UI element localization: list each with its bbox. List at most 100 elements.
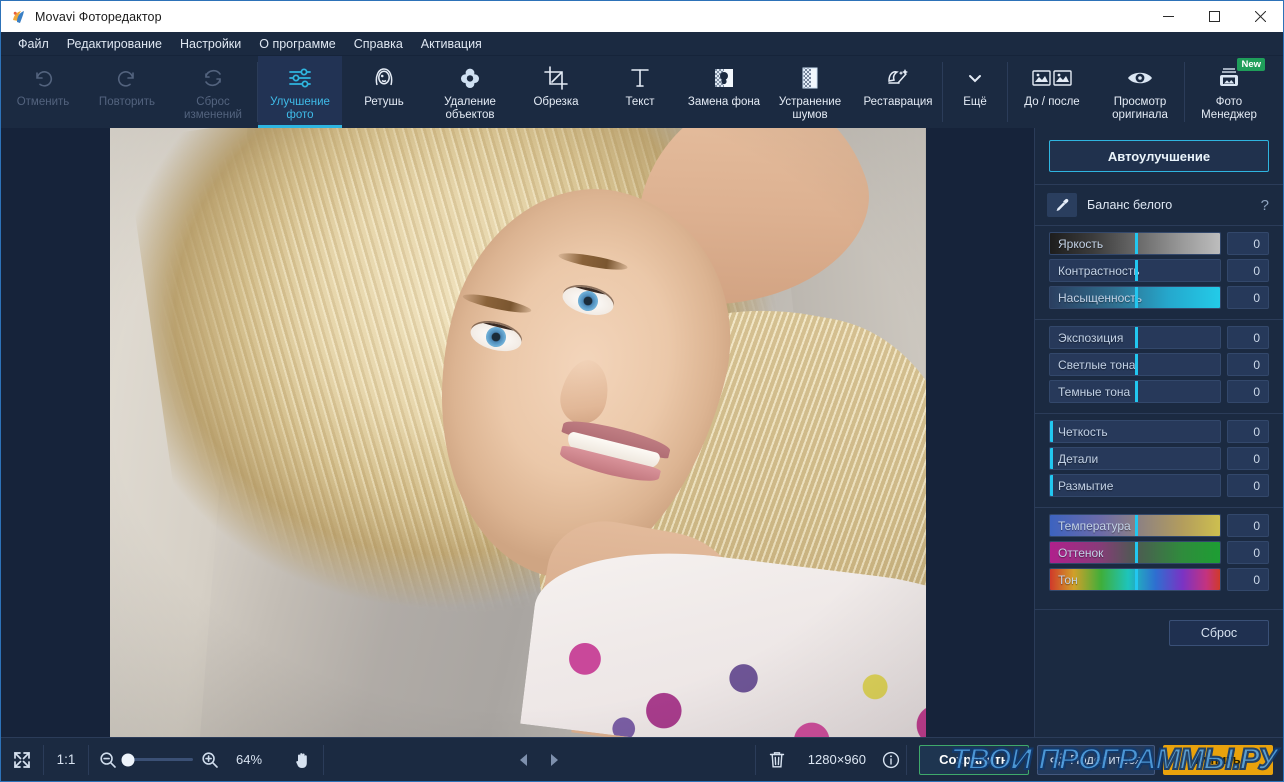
- toolbar-before-after[interactable]: До / после: [1008, 56, 1096, 128]
- clone-stamp-icon: [457, 63, 483, 93]
- toolbar-view-original[interactable]: Просмотр оригинала: [1096, 56, 1184, 128]
- slider-clarity[interactable]: Четкость: [1049, 420, 1221, 443]
- restore-wand-icon: [884, 63, 912, 93]
- slider-value-saturation[interactable]: 0: [1227, 286, 1269, 309]
- slider-label: Температура: [1058, 518, 1131, 533]
- white-balance-row[interactable]: Баланс белого ?: [1035, 185, 1283, 225]
- fit-to-screen-button[interactable]: [1, 738, 43, 782]
- photo-canvas[interactable]: [1, 128, 1034, 737]
- slider-value-shadows[interactable]: 0: [1227, 380, 1269, 403]
- toolbar-redo[interactable]: Повторить: [85, 56, 169, 128]
- slider-row: Тон 0: [1049, 568, 1269, 591]
- slider-value-highlights[interactable]: 0: [1227, 353, 1269, 376]
- movavi-logo-icon: [11, 9, 27, 25]
- toolbar-view-original-label: Просмотр оригинала: [1112, 96, 1168, 121]
- slider-contrast[interactable]: Контрастность: [1049, 259, 1221, 282]
- delete-button[interactable]: [756, 738, 798, 782]
- slider-details[interactable]: Детали: [1049, 447, 1221, 470]
- toolbar-reset-changes-label: Сброс изменений: [184, 96, 242, 121]
- slider-label: Размытие: [1058, 478, 1114, 493]
- zoom-slider[interactable]: [121, 753, 193, 766]
- slider-value-exposure[interactable]: 0: [1227, 326, 1269, 349]
- toolbar-background-replace[interactable]: Замена фона: [682, 56, 766, 128]
- toolbar-photo-manager[interactable]: New Фото Менеджер: [1185, 56, 1273, 128]
- minimize-button[interactable]: [1145, 1, 1191, 33]
- photo-vignette: [109, 128, 926, 737]
- status-separator: [323, 744, 324, 775]
- close-button[interactable]: [1237, 1, 1283, 33]
- share-button[interactable]: Поделиться: [1036, 744, 1155, 775]
- slider-group-tone: Яркость 0 Контрастность 0 Насыщенность 0: [1035, 226, 1283, 319]
- save-button[interactable]: Сохранить: [918, 744, 1029, 775]
- toolbar-restoration-label: Реставрация: [863, 96, 933, 108]
- slider-exposure[interactable]: Экспозиция: [1049, 326, 1221, 349]
- slider-shadows[interactable]: Темные тона: [1049, 380, 1221, 403]
- slider-row: Яркость 0: [1049, 232, 1269, 255]
- reset-button[interactable]: Сброс: [1169, 620, 1269, 646]
- slider-value-brightness[interactable]: 0: [1227, 232, 1269, 255]
- toolbar-text[interactable]: Текст: [598, 56, 682, 128]
- menu-item-activation[interactable]: Активация: [412, 34, 491, 54]
- next-arrow-icon[interactable]: [546, 752, 562, 768]
- zoom-out-icon[interactable]: [99, 751, 117, 769]
- slider-label: Насыщенность: [1058, 290, 1143, 305]
- menu-item-settings[interactable]: Настройки: [171, 34, 250, 54]
- slider-value-contrast[interactable]: 0: [1227, 259, 1269, 282]
- reset-icon: [200, 63, 226, 93]
- slider-value-hue[interactable]: 0: [1227, 568, 1269, 591]
- slider-tint[interactable]: Оттенок: [1049, 541, 1221, 564]
- zoom-slider-handle[interactable]: [121, 753, 135, 766]
- slider-label: Яркость: [1058, 236, 1104, 251]
- slider-value-tint[interactable]: 0: [1227, 541, 1269, 564]
- before-after-icon: [1032, 63, 1072, 93]
- slider-hue[interactable]: Тон: [1049, 568, 1221, 591]
- navigation-arrows: [516, 752, 562, 768]
- redo-icon: [114, 63, 140, 93]
- slider-value-temperature[interactable]: 0: [1227, 514, 1269, 537]
- toolbar-more[interactable]: Ещё: [943, 56, 1007, 128]
- slider-saturation[interactable]: Насыщенность: [1049, 286, 1221, 309]
- eyedropper-icon[interactable]: [1047, 193, 1077, 217]
- slider-label: Светлые тона: [1058, 357, 1136, 372]
- toolbar-object-removal[interactable]: Удаление объектов: [426, 56, 514, 128]
- menu-item-file[interactable]: Файл: [9, 34, 58, 54]
- buy-button[interactable]: Купить: [1162, 744, 1273, 775]
- slider-brightness[interactable]: Яркость: [1049, 232, 1221, 255]
- zoom-percent-label: 64%: [235, 752, 263, 767]
- slider-value-clarity[interactable]: 0: [1227, 420, 1269, 443]
- toolbar-noise-removal[interactable]: Устранение шумов: [766, 56, 854, 128]
- toolbar-crop[interactable]: Обрезка: [514, 56, 598, 128]
- hand-tool-button[interactable]: [281, 738, 323, 782]
- toolbar-photo-enhance[interactable]: Улучшение фото: [258, 56, 342, 128]
- info-button[interactable]: [876, 738, 906, 782]
- auto-enhance-button[interactable]: Автоулучшение: [1049, 140, 1269, 172]
- prev-arrow-icon[interactable]: [516, 752, 532, 768]
- menu-item-help[interactable]: Справка: [345, 34, 412, 54]
- application-window: Movavi Фоторедактор Файл Редактирование …: [0, 0, 1284, 782]
- slider-value-blur[interactable]: 0: [1227, 474, 1269, 497]
- slider-blur[interactable]: Размытие: [1049, 474, 1221, 497]
- help-icon[interactable]: ?: [1261, 197, 1269, 214]
- zoom-in-icon[interactable]: [201, 751, 219, 769]
- toolbar-noise-removal-label: Устранение шумов: [778, 96, 842, 121]
- slider-value-details[interactable]: 0: [1227, 447, 1269, 470]
- slider-label: Тон: [1058, 572, 1078, 587]
- toolbar-crop-label: Обрезка: [533, 96, 579, 108]
- window-title: Movavi Фоторедактор: [35, 9, 162, 24]
- new-badge: New: [1237, 58, 1265, 71]
- menu-item-edit[interactable]: Редактирование: [58, 34, 171, 54]
- slider-label: Четкость: [1058, 424, 1108, 439]
- toolbar-undo[interactable]: Отменить: [1, 56, 85, 128]
- slider-row: Темные тона 0: [1049, 380, 1269, 403]
- toolbar-retouch[interactable]: Ретушь: [342, 56, 426, 128]
- slider-highlights[interactable]: Светлые тона: [1049, 353, 1221, 376]
- maximize-button[interactable]: [1191, 1, 1237, 33]
- share-button-label: Поделиться: [1070, 752, 1142, 767]
- slider-temperature[interactable]: Температура: [1049, 514, 1221, 537]
- toolbar-reset-changes[interactable]: Сброс изменений: [169, 56, 257, 128]
- menu-item-about[interactable]: О программе: [250, 34, 344, 54]
- window-controls: [1145, 1, 1283, 33]
- adjustments-panel: Автоулучшение Баланс белого ? Яркость 0 …: [1034, 128, 1283, 737]
- actual-size-button[interactable]: 1:1: [44, 752, 88, 767]
- toolbar-restoration[interactable]: Реставрация: [854, 56, 942, 128]
